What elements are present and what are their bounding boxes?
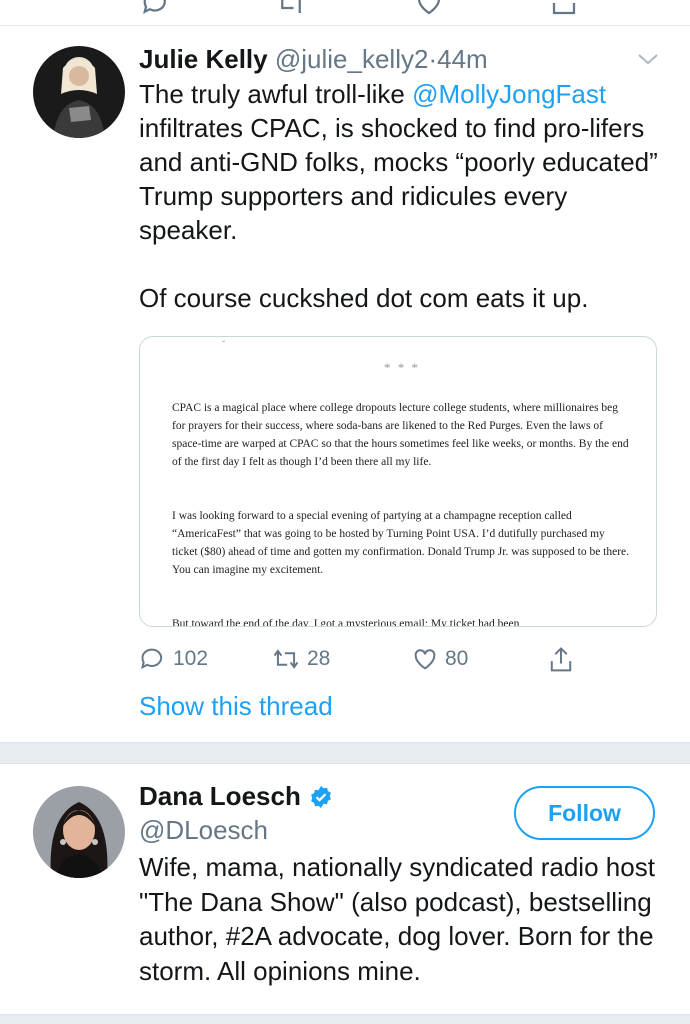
section-divider <box>0 742 690 764</box>
article-paragraph-3: But toward the end of the day, I got a m… <box>172 618 520 627</box>
tweet-actions: 102 28 80 <box>139 645 599 677</box>
article-paragraph-2: I was looking forward to a special eveni… <box>172 510 630 576</box>
tweet-text-para2: Of course cuckshed dot com eats it up. <box>139 283 589 313</box>
reply-icon[interactable] <box>141 0 171 18</box>
bottom-divider <box>0 1014 690 1024</box>
follow-button[interactable]: Follow <box>514 786 655 840</box>
chevron-down-icon[interactable] <box>636 51 660 67</box>
share-icon <box>550 647 572 672</box>
article-section-break: * * * <box>384 360 420 375</box>
share-button[interactable] <box>547 645 575 675</box>
retweet-button[interactable]: 28 <box>271 645 330 673</box>
tweet-timestamp[interactable]: 44m <box>437 44 488 74</box>
profile-card[interactable]: Dana Loesch @DLoesch Follow Wife, mama, … <box>0 764 690 1014</box>
previous-tweet-actions <box>0 0 690 26</box>
show-thread-link[interactable]: Show this thread <box>139 691 333 722</box>
tweet[interactable]: Julie Kelly @julie_kelly2·44m The truly … <box>0 27 690 742</box>
profile-avatar[interactable] <box>33 786 125 878</box>
tweet-text: The truly awful troll-like @MollyJongFas… <box>139 77 669 315</box>
like-icon <box>414 649 436 670</box>
like-button[interactable]: 80 <box>411 645 468 673</box>
retweet-icon <box>273 649 299 669</box>
share-icon[interactable] <box>549 0 579 18</box>
author-avatar[interactable] <box>33 46 125 138</box>
article-paragraph-1: CPAC is a magical place where college dr… <box>172 402 629 468</box>
profile-bio: Wife, mama, nationally syndicated radio … <box>139 852 655 986</box>
author-name[interactable]: Julie Kelly <box>139 44 268 74</box>
tweet-text-rest: infiltrates CPAC, is shocked to find pro… <box>139 113 658 245</box>
reply-icon <box>141 648 163 670</box>
profile-handle[interactable]: @DLoesch <box>139 815 268 846</box>
retweet-count: 28 <box>307 647 331 670</box>
retweet-icon[interactable] <box>276 0 306 18</box>
article-mark: ˇ <box>222 340 226 351</box>
tweet-text-start: The truly awful troll-like <box>139 79 413 109</box>
reply-button[interactable]: 102 <box>139 645 208 673</box>
reply-count: 102 <box>173 647 209 670</box>
profile-name[interactable]: Dana Loesch <box>139 781 301 812</box>
tweet-header: Julie Kelly @julie_kelly2·44m <box>139 43 488 75</box>
author-handle[interactable]: @julie_kelly2 <box>275 44 429 74</box>
profile-name-row: Dana Loesch <box>139 781 333 812</box>
verified-badge-icon <box>310 785 331 808</box>
header-separator: · <box>428 44 438 74</box>
like-count: 80 <box>445 647 469 670</box>
like-icon[interactable] <box>414 0 444 18</box>
mention-link[interactable]: @MollyJongFast <box>412 79 606 109</box>
tweet-media-image[interactable]: ˇ * * * CPAC is a magical place where co… <box>139 336 657 627</box>
